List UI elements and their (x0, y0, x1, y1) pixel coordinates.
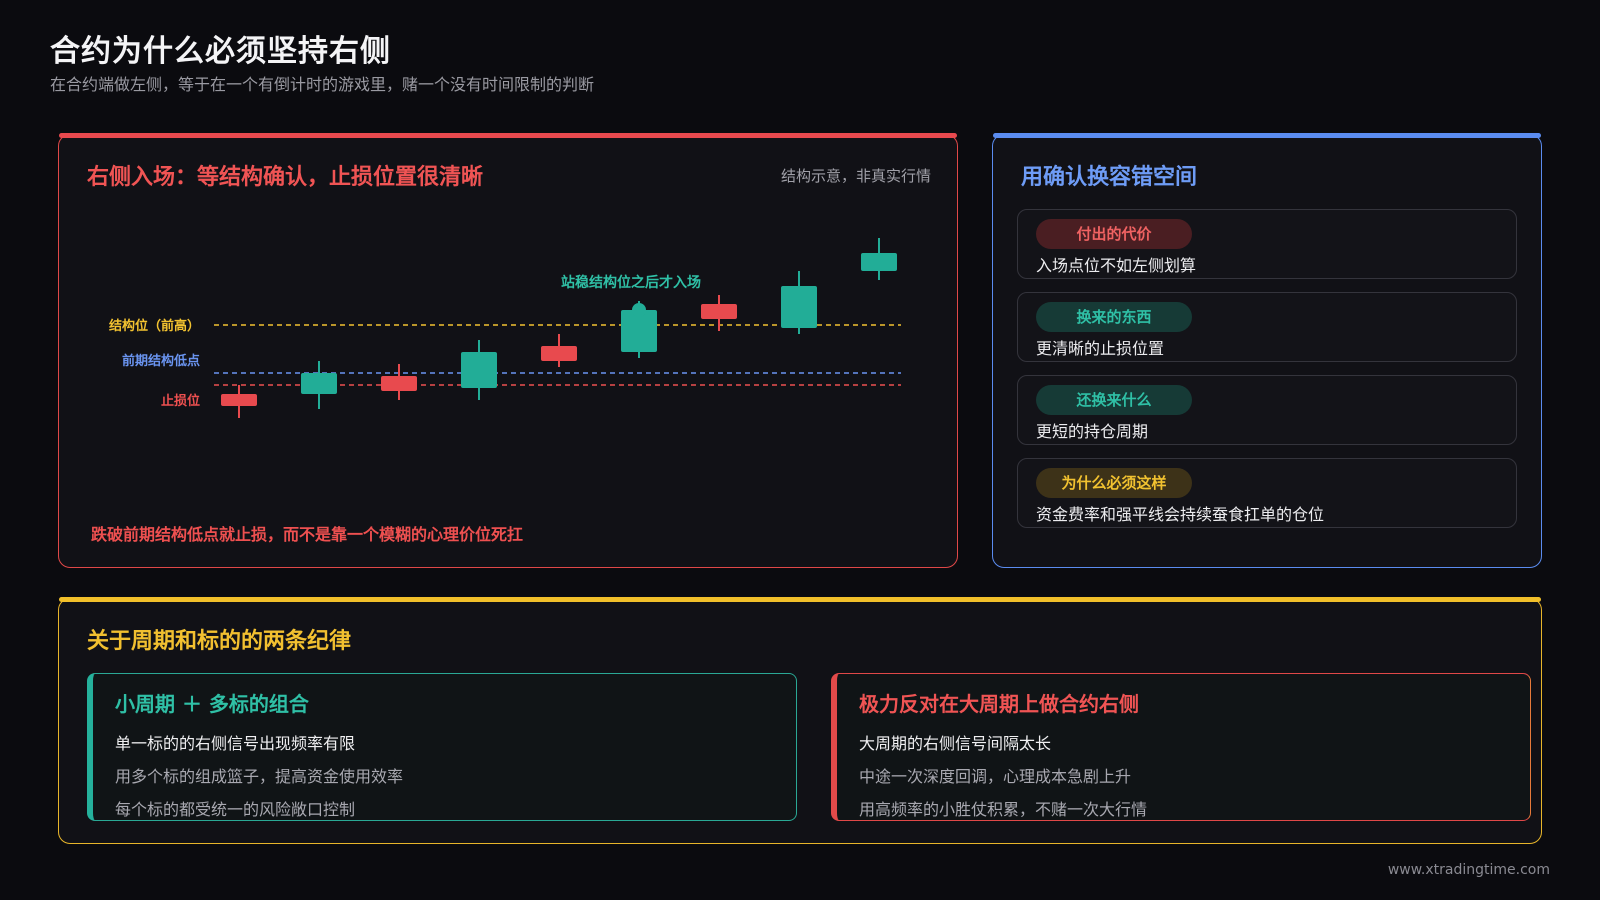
candle-body-7 (781, 286, 817, 328)
tag-pill-cost: 付出的代价 (1036, 219, 1192, 249)
candlestick-chart: 站稳结构位之后才入场 结构位（前高） 前期结构低点止损位 (109, 238, 901, 418)
candle-body-1 (301, 373, 337, 394)
tradeoff-desc: 入场点位不如左侧划算 (1036, 256, 1197, 275)
discipline-card-title: 关于周期和标的的两条纪律 (87, 629, 352, 654)
tradeoff-item-gain: 换来的东西 更清晰的止损位置 (1017, 292, 1517, 362)
rule-line: 单一标的的右侧信号出现频率有限 (115, 734, 356, 753)
page-subtitle: 在合约端做左侧，等于在一个有倒计时的游戏里，赌一个没有时间限制的判断 (50, 75, 595, 94)
page-title: 合约为什么必须坚持右侧 (50, 34, 391, 69)
footer-url: www.xtradingtime.com (1387, 862, 1550, 878)
tradeoff-item-reason: 为什么必须这样 资金费率和强平线会持续蚕食扛单的仓位 (1017, 458, 1517, 528)
rule-line: 用多个标的组成篮子，提高资金使用效率 (115, 767, 404, 786)
candle-body-6 (701, 304, 737, 319)
rule-heading: 极力反对在大周期上做合约右侧 (859, 692, 1139, 716)
rule-line: 每个标的都受统一的风险敞口控制 (115, 800, 356, 819)
confirmation-card-title: 用确认换容错空间 (1021, 165, 1198, 190)
tag-pill-gain: 换来的东西 (1036, 302, 1192, 332)
discipline-card-accent-bar (59, 597, 1541, 602)
level-label-0: 结构位（前高） (109, 318, 200, 334)
entry-marker-icon (632, 303, 646, 317)
tag-pill-reason: 为什么必须这样 (1036, 468, 1192, 498)
tradeoff-desc: 资金费率和强平线会持续蚕食扛单的仓位 (1036, 505, 1325, 524)
level-label-2: 止损位 (161, 393, 200, 409)
candle-body-4 (541, 346, 577, 361)
rule-box-small-timeframe: 小周期 ＋ 多标的组合 单一标的的右侧信号出现频率有限 用多个标的组成篮子，提高… (87, 673, 797, 821)
candle-body-2 (381, 376, 417, 391)
rule-box-large-timeframe: 极力反对在大周期上做合约右侧 大周期的右侧信号间隔太长 中途一次深度回调，心理成… (831, 673, 1531, 821)
confirmation-card-accent-bar (993, 133, 1541, 138)
confirmation-card: 用确认换容错空间 付出的代价 入场点位不如左侧划算 换来的东西 更清晰的止损位置… (992, 133, 1542, 568)
tradeoff-item-cost: 付出的代价 入场点位不如左侧划算 (1017, 209, 1517, 279)
entry-annotation: 站稳结构位之后才入场 (561, 274, 701, 291)
tradeoff-item-extra: 还换来什么 更短的持仓周期 (1017, 375, 1517, 445)
rule-line: 用高频率的小胜仗积累，不赌一次大行情 (859, 800, 1148, 819)
candle-body-0 (221, 394, 257, 406)
candle-body-3 (461, 352, 497, 388)
tag-pill-extra: 还换来什么 (1036, 385, 1192, 415)
chart-footnote: 跌破前期结构低点就止损，而不是靠一个模糊的心理价位死扛 (91, 525, 524, 544)
rule-line: 大周期的右侧信号间隔太长 (859, 734, 1052, 753)
rule-heading: 小周期 ＋ 多标的组合 (115, 692, 309, 716)
chart-card: 右侧入场：等结构确认，止损位置很清晰 结构示意，非真实行情 站稳结构位之后才入场… (58, 133, 958, 568)
candle-body-8 (861, 253, 897, 271)
tradeoff-desc: 更短的持仓周期 (1036, 422, 1149, 441)
level-label-1: 前期结构低点 (122, 353, 200, 369)
rule-line: 中途一次深度回调，心理成本急剧上升 (859, 767, 1132, 786)
discipline-card: 关于周期和标的的两条纪律 小周期 ＋ 多标的组合 单一标的的右侧信号出现频率有限… (58, 597, 1542, 844)
tradeoff-desc: 更清晰的止损位置 (1036, 339, 1165, 358)
